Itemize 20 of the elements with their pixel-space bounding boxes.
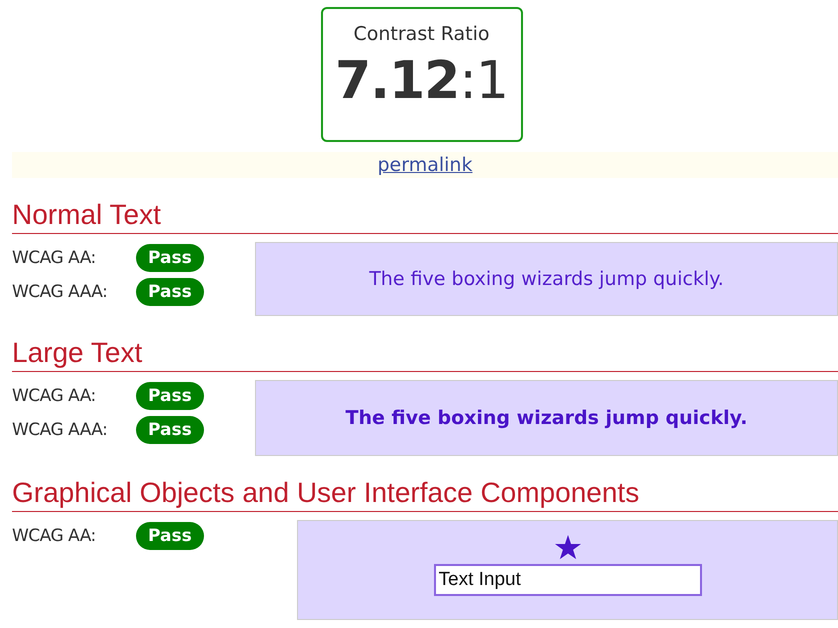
result-badge: Pass — [136, 522, 204, 550]
criterion-label: WCAG AAA: — [12, 282, 108, 302]
section-heading: Normal Text — [12, 198, 838, 234]
result-badge: Pass — [136, 244, 204, 272]
ratio-label: Contrast Ratio — [353, 23, 490, 45]
sample-text: The five boxing wizards jump quickly. — [369, 268, 724, 290]
criterion-label: WCAG AAA: — [12, 420, 108, 440]
section-heading: Graphical Objects and User Interface Components — [12, 476, 838, 512]
text-input[interactable]: Text Input — [434, 564, 702, 596]
criterion-label: WCAG AA: — [12, 386, 97, 406]
sample-text: The five boxing wizards jump quickly. — [346, 407, 748, 429]
section-heading: Large Text — [12, 336, 838, 372]
result-badge: Pass — [136, 382, 204, 410]
result-badge: Pass — [136, 278, 204, 306]
criterion-label: WCAG AA: — [12, 526, 97, 546]
criterion-label: WCAG AA: — [12, 248, 97, 268]
permalink-link[interactable]: permalink — [378, 154, 472, 176]
result-badge: Pass — [136, 416, 204, 444]
ratio-value: 7.12:1 — [335, 55, 508, 107]
star-icon — [554, 535, 580, 560]
